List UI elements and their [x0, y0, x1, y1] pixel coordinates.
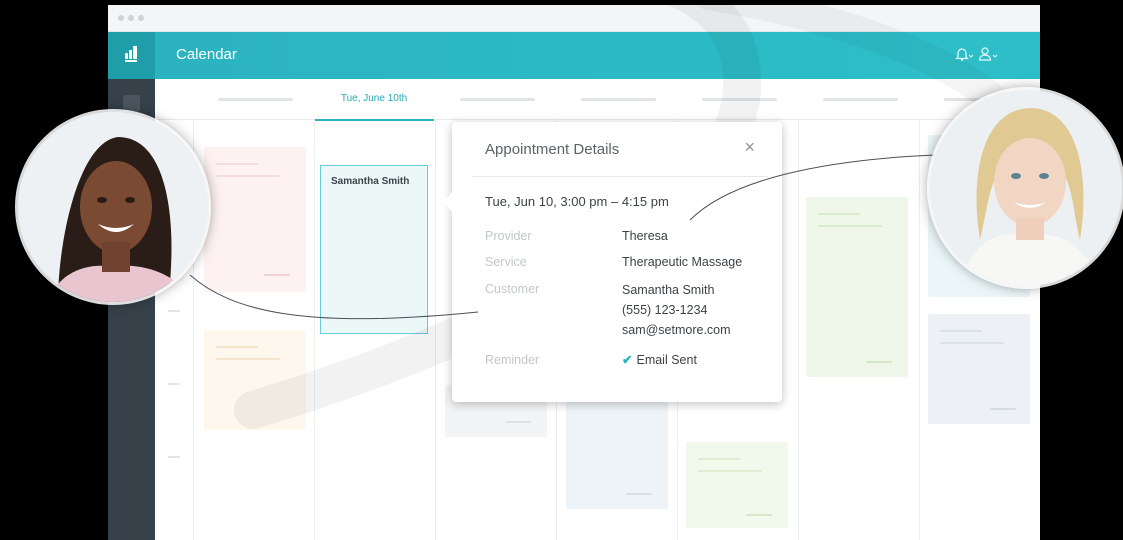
appointment-block[interactable] — [686, 442, 788, 528]
app-header: Calendar — [108, 32, 1040, 79]
logo-icon[interactable] — [108, 32, 155, 79]
sidebar-item-icon[interactable] — [123, 95, 140, 112]
column-divider — [919, 119, 920, 540]
column-divider — [435, 119, 436, 540]
customer-details: Samantha Smith (555) 123-1234 sam@setmor… — [622, 280, 731, 340]
customer-label: Customer — [485, 282, 540, 296]
column-divider — [314, 119, 315, 540]
appointment-block[interactable] — [928, 314, 1030, 424]
check-icon: ✔ — [622, 353, 633, 367]
provider-photo-icon — [930, 90, 1122, 286]
appointment-block[interactable] — [806, 197, 908, 377]
selected-appointment[interactable]: Samantha Smith — [320, 165, 428, 334]
window-dot-icon[interactable] — [118, 15, 124, 21]
bell-icon[interactable] — [955, 46, 975, 65]
reminder-label: Reminder — [485, 353, 540, 367]
provider-value: Theresa — [622, 229, 668, 243]
divider — [472, 176, 768, 177]
customer-photo-icon — [18, 112, 208, 302]
time-tick — [168, 383, 180, 385]
service-value: Therapeutic Massage — [622, 255, 743, 269]
window-dot-icon[interactable] — [128, 15, 134, 21]
page-title: Calendar — [176, 46, 237, 63]
popup-title: Appointment Details — [485, 141, 620, 158]
close-icon[interactable]: × — [744, 137, 755, 158]
customer-email: sam@setmore.com — [622, 323, 731, 337]
day-tab-active[interactable]: Tue, June 10th — [314, 79, 434, 121]
day-tab[interactable] — [193, 79, 313, 119]
active-day-label: Tue, June 10th — [340, 93, 408, 104]
user-icon[interactable] — [978, 46, 1000, 65]
time-tick — [168, 456, 180, 458]
appointment-customer-name: Samantha Smith — [331, 176, 410, 187]
day-tab[interactable] — [798, 79, 918, 119]
calendar-day-header: Tue, June 10th — [155, 79, 1040, 121]
appointment-time: Tue, Jun 10, 3:00 pm – 4:15 pm — [485, 194, 669, 209]
popup-pointer — [444, 192, 452, 212]
day-tab[interactable] — [435, 79, 555, 119]
reminder-status: Email Sent — [636, 353, 697, 367]
appointment-block[interactable] — [204, 147, 306, 292]
day-tab[interactable] — [677, 79, 797, 119]
provider-label: Provider — [485, 229, 532, 243]
customer-avatar — [18, 112, 208, 302]
column-divider — [798, 119, 799, 540]
time-tick — [168, 310, 180, 312]
customer-name: Samantha Smith — [622, 283, 715, 297]
day-tab[interactable] — [556, 79, 676, 119]
window-titlebar — [108, 5, 1040, 32]
provider-avatar — [930, 90, 1122, 286]
reminder-value: ✔ Email Sent — [622, 350, 697, 370]
appointment-details-popup: Appointment Details × Tue, Jun 10, 3:00 … — [444, 122, 782, 402]
window-dot-icon[interactable] — [138, 15, 144, 21]
appointment-block[interactable] — [204, 330, 306, 430]
service-label: Service — [485, 255, 527, 269]
customer-phone: (555) 123-1234 — [622, 303, 708, 317]
